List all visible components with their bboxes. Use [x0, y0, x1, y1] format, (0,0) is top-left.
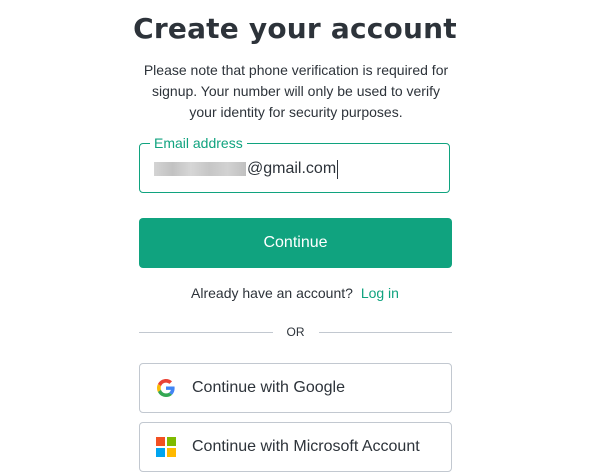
login-row: Already have an account? Log in — [0, 285, 590, 301]
microsoft-icon — [156, 437, 176, 457]
text-cursor — [337, 159, 339, 179]
microsoft-button-label: Continue with Microsoft Account — [192, 438, 420, 455]
email-field-value[interactable]: @gmail.com — [154, 158, 339, 180]
continue-button[interactable]: Continue — [139, 218, 452, 268]
page-title: Create your account — [133, 12, 457, 45]
continue-with-google-button[interactable]: Continue with Google — [139, 363, 452, 413]
email-field[interactable]: Email address @gmail.com — [139, 134, 450, 193]
redacted-email-local-part — [154, 162, 246, 176]
google-icon — [156, 378, 176, 398]
email-domain-text: @gmail.com — [247, 160, 337, 177]
divider-line-right — [318, 331, 452, 333]
divider-label: OR — [286, 325, 305, 339]
email-field-label: Email address — [150, 134, 247, 152]
login-link[interactable]: Log in — [361, 285, 399, 301]
login-prompt: Already have an account? — [191, 285, 353, 301]
divider-line-left — [139, 331, 273, 333]
page-subtitle: Please note that phone verification is r… — [143, 62, 449, 120]
google-button-label: Continue with Google — [192, 379, 345, 396]
or-divider: OR — [139, 324, 452, 340]
